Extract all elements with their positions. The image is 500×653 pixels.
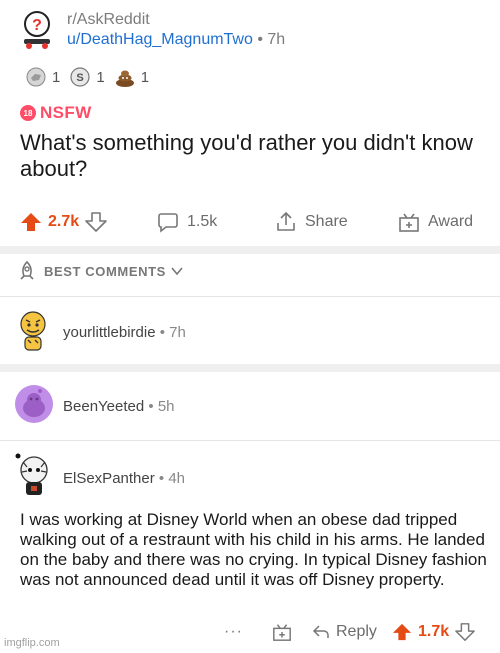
user-avatar[interactable] bbox=[14, 384, 53, 424]
comment-username-line: BeenYeeted • 5h bbox=[63, 398, 175, 415]
reply-button[interactable]: Reply bbox=[312, 618, 377, 646]
post-action-bar: 2.7k 1.5k Share Award bbox=[0, 204, 500, 240]
nsfw-badge-icon: 18 bbox=[20, 105, 36, 121]
tiger-avatar-icon bbox=[20, 311, 46, 351]
reply-arrow-icon bbox=[312, 625, 329, 638]
panther-avatar-icon bbox=[15, 453, 48, 495]
subreddit-name[interactable]: r/AskReddit bbox=[67, 11, 150, 29]
comment-vote-group: 1.7k bbox=[392, 618, 475, 646]
section-separator bbox=[0, 364, 500, 372]
award-count: 1 bbox=[96, 68, 105, 86]
award-label: Award bbox=[428, 213, 474, 230]
separator-dot: • bbox=[159, 324, 165, 341]
downvote-arrow-icon[interactable] bbox=[85, 211, 107, 233]
rocket-icon bbox=[20, 260, 34, 280]
vote-group: 2.7k bbox=[20, 204, 107, 240]
upvote-arrow-icon[interactable] bbox=[20, 211, 42, 233]
award-item[interactable]: 1 bbox=[113, 66, 149, 88]
silver-award-icon bbox=[26, 67, 46, 87]
section-separator bbox=[0, 246, 500, 254]
comment-sort-dropdown[interactable]: BEST COMMENTS bbox=[16, 258, 184, 284]
gift-icon bbox=[273, 624, 291, 641]
share-button[interactable]: Share bbox=[275, 204, 348, 240]
separator-dot: • bbox=[148, 398, 154, 415]
upvote-count: 2.7k bbox=[48, 213, 80, 230]
comment-username[interactable]: yourlittlebirdie bbox=[63, 324, 156, 341]
author-line: u/DeathHag_MagnumTwo • 7h bbox=[67, 31, 285, 49]
post-title[interactable]: What's something you'd rather you didn't… bbox=[20, 130, 490, 182]
award-item[interactable]: 1 bbox=[24, 66, 60, 88]
share-icon bbox=[277, 212, 295, 231]
post-time: 7h bbox=[267, 31, 286, 48]
award-button[interactable]: Award bbox=[398, 204, 473, 240]
divider bbox=[0, 440, 500, 441]
poop-award-icon bbox=[115, 70, 134, 87]
snoo-avatar-icon bbox=[15, 385, 53, 423]
more-options-icon: ··· bbox=[224, 623, 243, 640]
comment-vote-count: 1.7k bbox=[418, 623, 450, 640]
comment-time: 4h bbox=[168, 470, 186, 487]
give-award-button[interactable] bbox=[272, 618, 292, 646]
upvote-arrow-icon[interactable] bbox=[392, 622, 412, 642]
comments-button[interactable]: 1.5k bbox=[157, 204, 217, 240]
awards-row[interactable]: 1 S 1 1 bbox=[24, 66, 157, 88]
comment-username-line: yourlittlebirdie • 7h bbox=[63, 324, 186, 341]
author-link[interactable]: u/DeathHag_MagnumTwo bbox=[67, 31, 253, 48]
gift-icon bbox=[399, 213, 419, 232]
user-avatar[interactable] bbox=[14, 310, 52, 351]
comment-username[interactable]: ElSexPanther bbox=[63, 470, 155, 487]
comment-username[interactable]: BeenYeeted bbox=[63, 398, 144, 415]
post-header: ? r/AskReddit u/DeathHag_MagnumTwo • 7h bbox=[18, 8, 488, 54]
divider bbox=[0, 296, 500, 297]
nsfw-tag: 18 NSFW bbox=[20, 103, 92, 123]
coin-award-icon: S bbox=[70, 67, 90, 87]
comment-username-line: ElSexPanther • 4h bbox=[63, 470, 185, 487]
comment-action-bar: ··· Reply 1.7k bbox=[0, 618, 500, 646]
award-count: 1 bbox=[140, 68, 150, 86]
comment-time: 5h bbox=[157, 398, 175, 415]
comment-bubble-icon bbox=[158, 213, 178, 233]
watermark: imgflip.com bbox=[4, 637, 60, 649]
comments-count: 1.5k bbox=[187, 213, 218, 230]
reply-label: Reply bbox=[336, 623, 377, 640]
sort-label: BEST COMMENTS bbox=[44, 263, 166, 279]
share-label: Share bbox=[305, 213, 348, 230]
nsfw-label: NSFW bbox=[40, 103, 92, 122]
award-count: 1 bbox=[52, 68, 61, 86]
downvote-arrow-icon[interactable] bbox=[455, 622, 475, 642]
subreddit-avatar-icon[interactable]: ? bbox=[18, 10, 56, 50]
svg-text:S: S bbox=[77, 72, 84, 84]
svg-text:?: ? bbox=[32, 17, 42, 34]
comment-body: I was working at Disney World when an ob… bbox=[20, 510, 487, 589]
separator-dot: • bbox=[158, 470, 165, 487]
more-options-button[interactable]: ··· bbox=[224, 618, 243, 646]
comment-time: 7h bbox=[169, 324, 186, 341]
separator-dot: • bbox=[257, 31, 263, 48]
chevron-down-icon bbox=[171, 267, 183, 276]
user-avatar[interactable] bbox=[14, 452, 52, 495]
award-item[interactable]: S 1 bbox=[68, 66, 105, 88]
